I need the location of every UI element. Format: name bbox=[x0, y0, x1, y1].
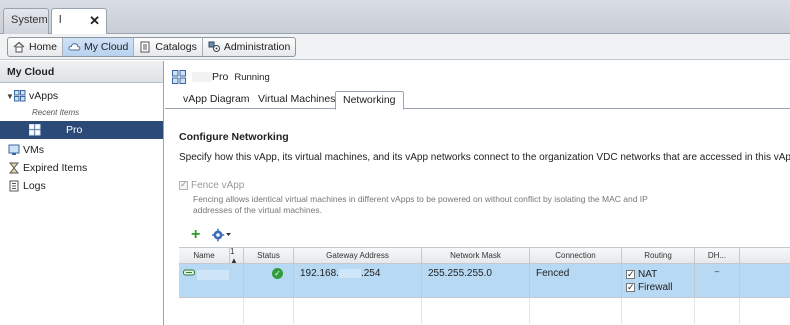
close-icon[interactable]: ✕ bbox=[89, 13, 100, 29]
routing-nat[interactable]: NAT bbox=[626, 268, 690, 281]
admin-icon bbox=[208, 41, 220, 53]
tree-item-vms[interactable]: VMs bbox=[0, 141, 163, 159]
check-circle-icon: ✓ bbox=[272, 268, 283, 279]
redacted-text bbox=[338, 268, 361, 278]
nav-my-cloud-button[interactable]: My Cloud bbox=[63, 38, 135, 56]
tab-networking-label: Networking bbox=[343, 94, 396, 106]
fence-vapp-label: Fence vApp bbox=[191, 180, 245, 191]
redacted-text bbox=[197, 270, 229, 280]
redacted-text bbox=[44, 125, 66, 135]
tab-current[interactable]: l ✕ bbox=[51, 8, 107, 35]
table-header: Name 1 ▲ Status Gateway Address Network … bbox=[179, 247, 790, 265]
gateway-suffix: .254 bbox=[360, 268, 381, 279]
tree-item-vapps[interactable]: ▼ vApps bbox=[0, 87, 163, 105]
col-sort[interactable]: 1 ▲ bbox=[230, 247, 244, 265]
vapp-name: Pro bbox=[212, 71, 229, 83]
section-description: Specify how this vApp, its virtual machi… bbox=[179, 152, 790, 163]
cell-gateway: 192.168. .254 bbox=[294, 264, 422, 297]
tab-vapp-diagram-label: vApp Diagram bbox=[183, 93, 250, 105]
left-panel-title: My Cloud bbox=[0, 61, 163, 83]
col-gateway[interactable]: Gateway Address bbox=[294, 248, 422, 263]
vapp-icon bbox=[29, 124, 41, 136]
recent-items-label: Recent Items bbox=[32, 108, 80, 117]
network-icon bbox=[183, 269, 195, 280]
col-name[interactable]: Name bbox=[179, 248, 230, 263]
vapp-status: Running bbox=[234, 71, 270, 83]
nav-my-cloud-label: My Cloud bbox=[84, 41, 129, 53]
tab-current-label: l bbox=[59, 14, 62, 26]
vm-icon bbox=[8, 144, 20, 156]
nav-home-button[interactable]: Home bbox=[8, 38, 64, 56]
col-connection[interactable]: Connection bbox=[530, 248, 622, 263]
routing-nat-label: NAT bbox=[638, 269, 658, 280]
nav-home-label: Home bbox=[29, 41, 58, 53]
add-icon[interactable]: + bbox=[191, 227, 200, 243]
cell-status: ✓ bbox=[244, 264, 294, 297]
tab-virtual-machines[interactable]: Virtual Machines bbox=[251, 91, 342, 109]
catalog-icon bbox=[139, 41, 151, 53]
window-tab-strip: System l ✕ bbox=[0, 0, 790, 35]
home-icon bbox=[13, 41, 25, 53]
col-routing[interactable]: Routing bbox=[622, 248, 695, 263]
tab-system[interactable]: System bbox=[3, 8, 49, 34]
nav-catalogs-button[interactable]: Catalogs bbox=[134, 38, 203, 56]
network-table: Name 1 ▲ Status Gateway Address Network … bbox=[179, 247, 790, 325]
nav-administration-button[interactable]: Administration bbox=[203, 38, 296, 56]
tab-virtual-machines-label: Virtual Machines bbox=[258, 93, 336, 105]
vapp-icon bbox=[172, 70, 186, 84]
gear-icon[interactable] bbox=[212, 228, 232, 242]
routing-firewall[interactable]: Firewall bbox=[626, 281, 690, 294]
expand-arrow-icon[interactable]: ▼ bbox=[6, 92, 14, 101]
vapp-subtabs: vApp Diagram Virtual Machines Networking bbox=[165, 89, 790, 110]
tab-networking[interactable]: Networking bbox=[335, 91, 404, 110]
table-row[interactable]: ✓ 192.168. .254 255.255.255.0 Fenced NAT … bbox=[179, 264, 790, 298]
cell-sort bbox=[230, 264, 244, 297]
nav-button-group: Home My Cloud Catalogs Administration bbox=[7, 37, 297, 57]
vapp-icon bbox=[14, 90, 26, 102]
checkbox-icon bbox=[626, 281, 635, 294]
tree-item-selected-vapp[interactable]: Pro bbox=[0, 121, 163, 139]
vapp-header: Pro Running bbox=[172, 67, 270, 87]
col-status[interactable]: Status bbox=[244, 248, 294, 263]
tab-system-label: System bbox=[11, 14, 48, 26]
redacted-text bbox=[192, 72, 212, 82]
tree-item-expired-label: Expired Items bbox=[23, 162, 88, 174]
cell-routing: NAT Firewall bbox=[622, 264, 695, 297]
cell-dh: – bbox=[695, 264, 740, 297]
main-nav-bar: Home My Cloud Catalogs Administration bbox=[0, 34, 790, 60]
col-extra bbox=[740, 248, 790, 263]
tab-vapp-diagram[interactable]: vApp Diagram bbox=[176, 91, 257, 109]
network-toolbar: + bbox=[191, 227, 232, 243]
cell-connection: Fenced bbox=[530, 264, 622, 297]
fence-help-text: Fencing allows identical virtual machine… bbox=[193, 194, 648, 215]
tree-item-logs-label: Logs bbox=[23, 180, 46, 192]
tree-item-vapps-label: vApps bbox=[29, 90, 59, 102]
tree-item-expired[interactable]: Expired Items bbox=[0, 159, 163, 177]
tree-item-logs[interactable]: Logs bbox=[0, 177, 163, 195]
cell-mask: 255.255.255.0 bbox=[422, 264, 530, 297]
cell-extra bbox=[740, 264, 790, 297]
col-mask[interactable]: Network Mask bbox=[422, 248, 530, 263]
hourglass-icon bbox=[8, 162, 20, 174]
col-dh[interactable]: DH... bbox=[695, 248, 740, 263]
nav-administration-label: Administration bbox=[223, 41, 291, 53]
checkbox-icon bbox=[626, 268, 635, 281]
cloud-icon bbox=[68, 41, 81, 53]
checkbox-icon bbox=[179, 179, 188, 190]
table-empty-row bbox=[179, 298, 790, 324]
selected-vapp-label: Pro bbox=[66, 124, 83, 136]
section-title: Configure Networking bbox=[179, 131, 289, 143]
gateway-prefix: 192.168. bbox=[300, 268, 339, 279]
routing-firewall-label: Firewall bbox=[638, 282, 673, 293]
tree-item-vms-label: VMs bbox=[23, 144, 44, 156]
cell-name bbox=[179, 264, 230, 297]
nav-catalogs-label: Catalogs bbox=[155, 41, 197, 53]
left-panel: My Cloud ▼ vApps Recent Items Pro VMs Ex… bbox=[0, 61, 164, 325]
main-content: Pro Running vApp Diagram Virtual Machine… bbox=[165, 61, 790, 325]
logs-icon bbox=[8, 180, 20, 192]
fence-vapp-checkbox[interactable]: Fence vApp bbox=[179, 179, 245, 191]
